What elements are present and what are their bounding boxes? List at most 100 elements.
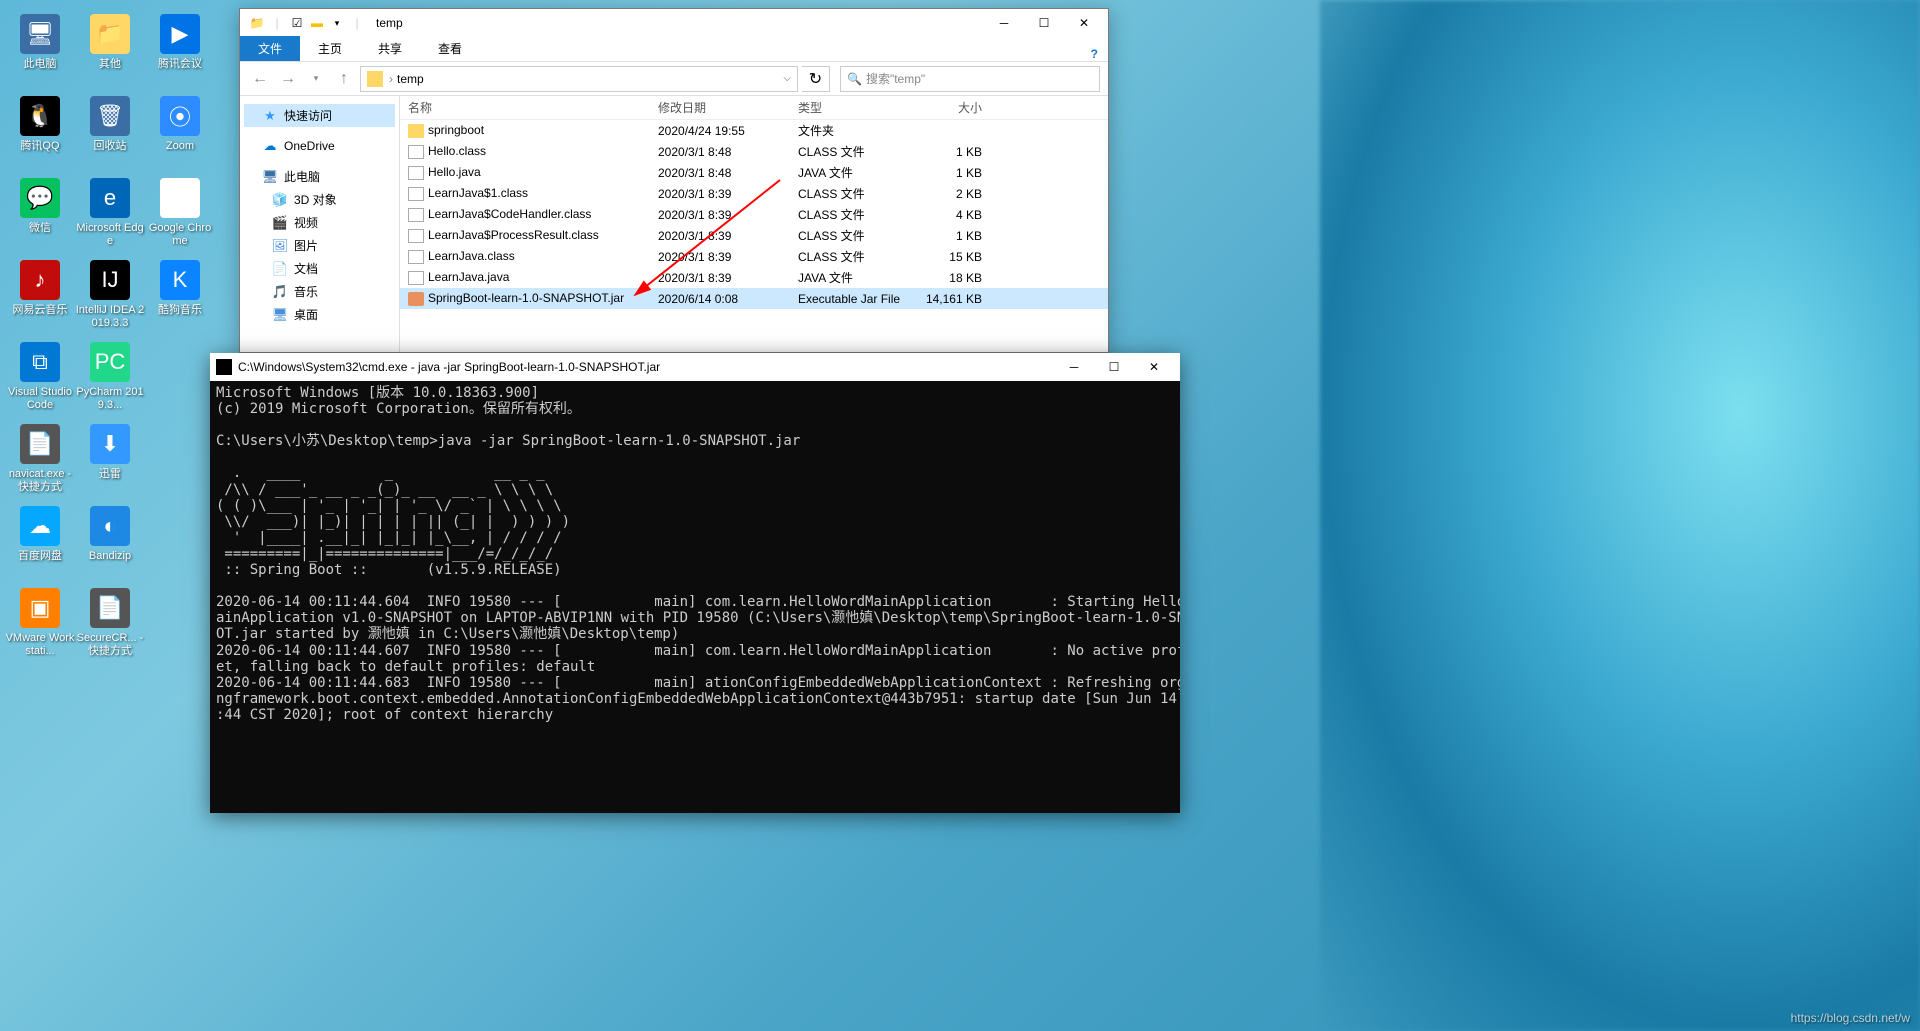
app-icon: 📄: [90, 588, 130, 628]
col-date[interactable]: 修改日期: [650, 99, 790, 116]
desktop-icon[interactable]: ◐ Bandizip: [75, 502, 145, 584]
maximize-button[interactable]: ☐: [1094, 354, 1134, 380]
col-name[interactable]: 名称: [400, 99, 650, 116]
jar-icon: [408, 292, 424, 306]
desktop-icon[interactable]: 💬微信: [5, 174, 75, 256]
recent-dropdown[interactable]: ▾: [304, 67, 328, 91]
sidebar-item[interactable]: 🧊3D 对象: [254, 188, 395, 211]
sidebar-item[interactable]: 🖥桌面: [254, 303, 395, 326]
col-size[interactable]: 大小: [910, 99, 990, 116]
desktop-icon[interactable]: ⧉Visual Studio Code: [5, 338, 75, 420]
file-row[interactable]: SpringBoot-learn-1.0-SNAPSHOT.jar2020/6/…: [400, 288, 1108, 309]
tab-file[interactable]: 文件: [240, 36, 300, 61]
desktop-icon[interactable]: ☁百度网盘: [5, 502, 75, 584]
close-button[interactable]: ✕: [1064, 10, 1104, 36]
icon-label: PyCharm 2019.3...: [75, 386, 145, 412]
wallpaper-swirl: [1320, 0, 1920, 1031]
icon-label: 迅雷: [75, 468, 145, 481]
explorer-titlebar[interactable]: 📁 | ☑ ▬ ▾ | temp ─ ☐ ✕: [240, 9, 1108, 37]
cmd-titlebar[interactable]: C:\Windows\System32\cmd.exe - java -jar …: [210, 353, 1180, 381]
app-icon: ▣: [20, 588, 60, 628]
maximize-button[interactable]: ☐: [1024, 10, 1064, 36]
file-row[interactable]: LearnJava.class2020/3/1 8:39CLASS 文件15 K…: [400, 246, 1108, 267]
icon-label: 微信: [5, 222, 75, 235]
sidebar-item[interactable]: 🎬视频: [254, 211, 395, 234]
icon-label: Bandizip: [75, 550, 145, 563]
cmd-output[interactable]: Microsoft Windows [版本 10.0.18363.900] (c…: [210, 381, 1180, 727]
minimize-button[interactable]: ─: [984, 10, 1024, 36]
file-row[interactable]: springboot2020/4/24 19:55文件夹: [400, 120, 1108, 141]
desktop-icon[interactable]: ⦿ Zoom: [145, 92, 215, 174]
search-placeholder: 搜索"temp": [866, 70, 925, 87]
desktop-icon[interactable]: 📄SecureCR... - 快捷方式: [75, 584, 145, 666]
refresh-button[interactable]: ↻: [802, 66, 830, 92]
icon-label: Zoom: [145, 140, 215, 153]
icon-label: 回收站: [75, 140, 145, 153]
desktop-icon[interactable]: K酷狗音乐: [145, 256, 215, 338]
up-button[interactable]: ↑: [332, 67, 356, 91]
file-row[interactable]: Hello.java2020/3/1 8:48JAVA 文件1 KB: [400, 162, 1108, 183]
tab-view[interactable]: 查看: [420, 36, 480, 61]
minimize-button[interactable]: ─: [1054, 354, 1094, 380]
file-row[interactable]: LearnJava$CodeHandler.class2020/3/1 8:39…: [400, 204, 1108, 225]
tab-share[interactable]: 共享: [360, 36, 420, 61]
icon-label: navicat.exe - 快捷方式: [5, 468, 75, 494]
desktop-icon[interactable]: ♪网易云音乐: [5, 256, 75, 338]
breadcrumb-sep: ›: [389, 72, 393, 86]
forward-button[interactable]: →: [276, 67, 300, 91]
sidebar-item[interactable]: 🖼图片: [254, 234, 395, 257]
desktop-icon[interactable]: eMicrosoft Edge: [75, 174, 145, 256]
file-row[interactable]: Hello.class2020/3/1 8:48CLASS 文件1 KB: [400, 141, 1108, 162]
desktop-icon[interactable]: ▶腾讯会议: [145, 10, 215, 92]
close-button[interactable]: ✕: [1134, 354, 1174, 380]
app-icon: e: [90, 178, 130, 218]
icon-label: 酷狗音乐: [145, 304, 215, 317]
desktop-icon[interactable]: ○Google Chrome: [145, 174, 215, 256]
folder-icon: [367, 71, 383, 87]
desktop-icon[interactable]: ⬇ 迅雷: [75, 420, 145, 502]
icon-label: 腾讯QQ: [5, 140, 75, 153]
breadcrumb[interactable]: temp: [397, 72, 424, 86]
file-list: 名称 修改日期 类型 大小 springboot2020/4/24 19:55文…: [400, 96, 1108, 352]
folder-icon: 🧊: [272, 192, 288, 208]
app-icon: PC: [90, 342, 130, 382]
tab-home[interactable]: 主页: [300, 36, 360, 61]
sidebar-onedrive[interactable]: ☁OneDrive: [244, 135, 395, 157]
desktop-icon[interactable]: 🐧腾讯QQ: [5, 92, 75, 174]
sidebar-thispc[interactable]: 🖥此电脑: [244, 165, 395, 188]
help-icon[interactable]: ?: [1091, 47, 1098, 61]
nav-bar: ← → ▾ ↑ › temp ⌵ ↻ 🔍 搜索"temp": [240, 62, 1108, 96]
file-icon: [408, 250, 424, 264]
file-row[interactable]: LearnJava.java2020/3/1 8:39JAVA 文件18 KB: [400, 267, 1108, 288]
qat-sep: |: [268, 14, 286, 32]
app-icon: ◐: [90, 506, 130, 546]
sidebar-item[interactable]: 🎵音乐: [254, 280, 395, 303]
back-button[interactable]: ←: [248, 67, 272, 91]
column-headers[interactable]: 名称 修改日期 类型 大小: [400, 96, 1108, 120]
col-type[interactable]: 类型: [790, 99, 910, 116]
folder-icon: ▬: [308, 14, 326, 32]
sidebar-quick-access[interactable]: ★快速访问: [244, 104, 395, 127]
desktop-icon[interactable]: 🖥此电脑: [5, 10, 75, 92]
desktop-icon[interactable]: 🗑回收站: [75, 92, 145, 174]
qat-dropdown-icon[interactable]: ▾: [328, 14, 346, 32]
icon-label: 网易云音乐: [5, 304, 75, 317]
address-bar[interactable]: › temp ⌵: [360, 66, 798, 92]
desktop-icon[interactable]: 📁其他: [75, 10, 145, 92]
file-icon: [408, 187, 424, 201]
desktop-icon[interactable]: 📄navicat.exe - 快捷方式: [5, 420, 75, 502]
app-icon: ⬇: [90, 424, 130, 464]
file-row[interactable]: LearnJava$1.class2020/3/1 8:39CLASS 文件2 …: [400, 183, 1108, 204]
search-input[interactable]: 🔍 搜索"temp": [840, 66, 1100, 92]
desktop-icon[interactable]: IJIntelliJ IDEA 2019.3.3: [75, 256, 145, 338]
app-icon: ⦿: [160, 96, 200, 136]
desktop-icon[interactable]: ▣VMware Workstati...: [5, 584, 75, 666]
chevron-down-icon[interactable]: ⌵: [783, 73, 791, 84]
desktop-icon[interactable]: PC PyCharm 2019.3...: [75, 338, 145, 420]
app-icon: ⧉: [20, 342, 60, 382]
folder-icon: 📄: [272, 261, 288, 277]
qat-check-icon[interactable]: ☑: [288, 14, 306, 32]
file-row[interactable]: LearnJava$ProcessResult.class2020/3/1 8:…: [400, 225, 1108, 246]
sidebar-item[interactable]: 📄文档: [254, 257, 395, 280]
desktop: 🖥此电脑🐧腾讯QQ💬微信♪网易云音乐⧉Visual Studio Code📄na…: [0, 0, 220, 1031]
